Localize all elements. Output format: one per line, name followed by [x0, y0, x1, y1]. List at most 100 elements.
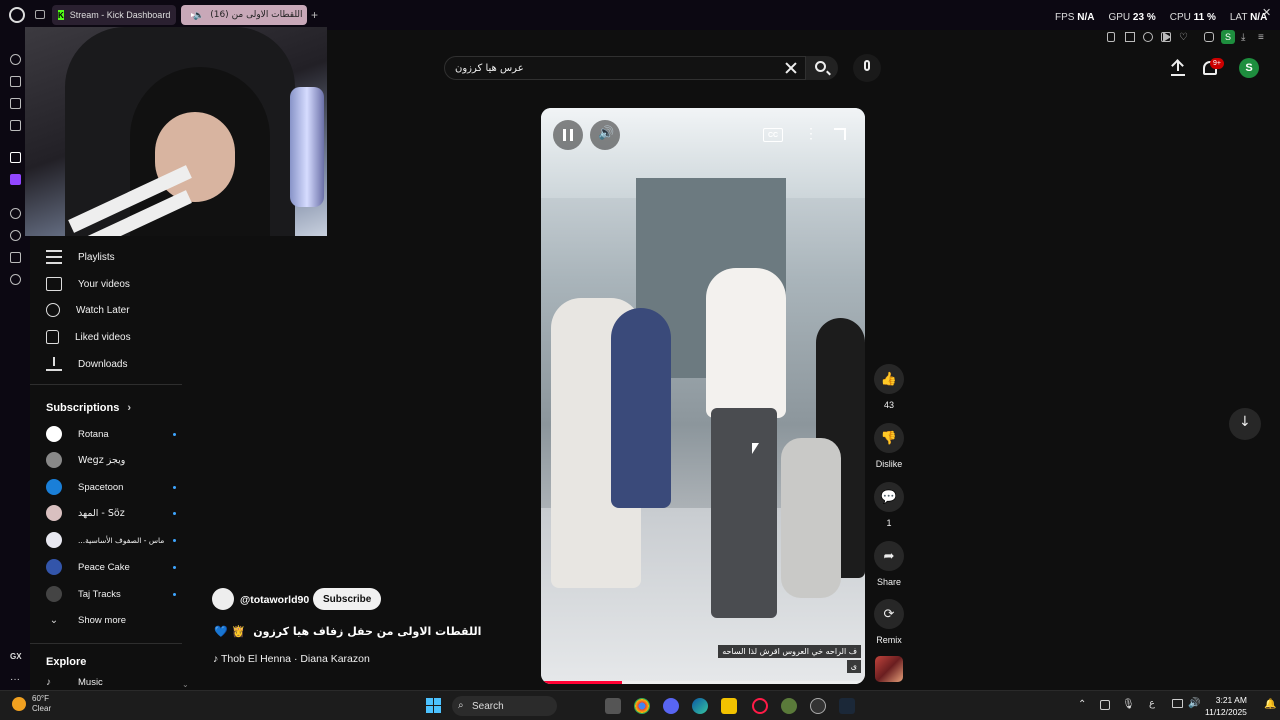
dislike-button[interactable]: 👎 Dislike	[868, 423, 910, 469]
share-button[interactable]: ➦ Share	[873, 541, 905, 587]
discord-icon[interactable]	[663, 698, 679, 714]
remix-button[interactable]: ⟳ Remix	[873, 599, 905, 645]
steam-icon[interactable]	[839, 698, 855, 714]
subscription-item[interactable]: Wegz ويجز	[46, 447, 176, 473]
taskbar-search[interactable]: ⌕ Search	[452, 696, 557, 716]
music-credit[interactable]: ♪ Thob El Henna · Diana Karazon	[213, 653, 370, 665]
chrome-icon[interactable]	[634, 698, 650, 714]
clock[interactable]: 3:21 AM 11/12/2025	[1205, 694, 1247, 718]
player-icon[interactable]	[10, 208, 21, 219]
tab-youtube-video[interactable]: 🔈 (16) اللقطات الاولى من	[181, 5, 307, 25]
gx-hardware-hud: FPS N/A GPU 23 % CPU 11 % LAT N/A	[1055, 12, 1267, 23]
captions-button[interactable]: CC	[763, 128, 783, 142]
fps-value: N/A	[1077, 12, 1095, 23]
voice-search-button[interactable]	[853, 54, 881, 82]
channel-handle[interactable]: @totaworld90	[240, 594, 309, 606]
sound-thumbnail[interactable]	[875, 656, 903, 682]
sidebar-item-your-videos[interactable]: Your videos	[46, 271, 186, 297]
pause-button[interactable]	[553, 120, 583, 150]
tab-kick-dashboard[interactable]: K Stream - Kick Dashboard	[52, 5, 176, 25]
input-language[interactable]: ع	[1149, 698, 1155, 709]
more-options-icon[interactable]: ⋮	[804, 126, 818, 140]
extensions-icon[interactable]	[10, 252, 21, 263]
bookmark-icon[interactable]	[1107, 32, 1115, 42]
subscriptions-heading[interactable]: Subscriptions ›	[46, 402, 131, 414]
edge-icon[interactable]	[692, 698, 708, 714]
subscription-item[interactable]: ...ماس - الصفوف الأساسية	[46, 527, 176, 553]
menu-icon[interactable]: ≡	[1258, 32, 1264, 43]
microphone-icon[interactable]: 🎙	[1122, 699, 1135, 710]
new-content-dot	[173, 485, 176, 489]
comment-count: 1	[886, 518, 892, 528]
history-icon[interactable]	[10, 54, 21, 65]
twitch-icon[interactable]	[10, 174, 21, 185]
messenger-icon[interactable]	[10, 120, 21, 131]
search-input[interactable]	[455, 61, 755, 75]
more-icon[interactable]: ···	[10, 674, 20, 685]
subscription-item[interactable]: Peace Cake	[46, 554, 176, 580]
explore-heading: Explore	[46, 656, 87, 668]
ai-icon[interactable]	[10, 152, 21, 163]
video-progress-fill	[541, 681, 622, 684]
notification-center-icon[interactable]: 🔔	[1264, 699, 1276, 710]
share-label: Share	[876, 577, 902, 587]
subscription-item[interactable]: Taj Tracks	[46, 581, 176, 607]
next-video-button[interactable]: ↓	[1229, 408, 1261, 440]
volume-icon[interactable]: 🔊	[1188, 698, 1200, 709]
profile-icon[interactable]: S	[1221, 30, 1235, 44]
extensions-icon[interactable]	[1204, 32, 1214, 42]
new-tab-plus-icon[interactable]: +	[311, 8, 318, 22]
tray-app-icon[interactable]	[1100, 700, 1110, 710]
obs-icon[interactable]	[810, 698, 826, 714]
task-view-icon[interactable]	[605, 698, 621, 714]
scroll-down-icon[interactable]: ⌄	[182, 680, 189, 689]
vpn-icon[interactable]	[1143, 32, 1153, 42]
sidebar-item-downloads[interactable]: Downloads	[46, 351, 186, 377]
window-close-icon[interactable]: ✕	[1262, 6, 1271, 19]
sidebar-item-watch-later[interactable]: Watch Later	[46, 297, 186, 323]
snapshot-icon[interactable]	[1125, 32, 1135, 42]
workspace-icon[interactable]	[35, 10, 45, 19]
volume-button[interactable]: 🔊	[590, 120, 620, 150]
fullscreen-icon[interactable]	[834, 128, 846, 140]
show-more-button[interactable]: ⌄ Show more	[46, 607, 176, 633]
weather-widget[interactable]: 60°F Clear	[12, 694, 51, 714]
subscribe-button[interactable]: Subscribe	[313, 588, 382, 610]
settings-gear-icon[interactable]	[10, 274, 21, 285]
sidebar-divider	[30, 643, 182, 644]
start-button[interactable]	[426, 698, 441, 713]
gx-label[interactable]: GX	[10, 652, 22, 661]
sidebar-item-playlists[interactable]: Playlists	[46, 244, 186, 270]
video-title[interactable]: 💙 👸 اللقطات الاولى من حفل زفاف هيا كرزون	[214, 625, 481, 638]
like-button[interactable]: 👍 43	[873, 364, 905, 410]
gx-cleaner-icon[interactable]	[10, 98, 21, 109]
file-explorer-icon[interactable]	[721, 698, 737, 714]
create-upload-icon[interactable]	[1171, 60, 1185, 76]
sidebar-divider	[30, 384, 182, 385]
network-icon[interactable]	[1172, 699, 1183, 708]
search-button[interactable]	[806, 56, 838, 80]
channel-avatar[interactable]	[212, 588, 234, 610]
clock-icon	[46, 303, 60, 317]
tray-chevron-up-icon[interactable]: ⌃	[1078, 699, 1086, 710]
app-icon[interactable]	[781, 698, 797, 714]
account-avatar[interactable]: S	[1239, 58, 1259, 78]
gx-control-icon[interactable]	[10, 76, 21, 87]
heart-icon[interactable]: ♡	[1179, 32, 1188, 43]
video-progress-track[interactable]	[541, 681, 865, 684]
search-icon	[815, 61, 826, 72]
sidebar-item-music[interactable]: ♪ Music	[46, 675, 176, 689]
caption-line: ى	[846, 660, 861, 673]
download-icon[interactable]: ⤓	[1241, 32, 1245, 43]
subscription-item[interactable]: Spacetoon	[46, 474, 176, 500]
shorts-video-player[interactable]: 🔊 CC ⋮ ف الراحه خي العروس اقرش لذا الساح…	[541, 108, 865, 684]
subscription-item[interactable]: المهد - Söz	[46, 500, 176, 526]
clear-search-icon[interactable]	[784, 61, 798, 75]
subscription-item[interactable]: Rotana	[46, 421, 176, 447]
opera-gx-icon[interactable]	[752, 698, 768, 714]
clock-icon[interactable]	[10, 230, 21, 241]
opera-gx-menu-icon[interactable]	[9, 7, 25, 23]
sidebar-item-liked-videos[interactable]: Liked videos	[46, 324, 186, 350]
comments-button[interactable]: 💬 1	[873, 482, 905, 528]
play-icon[interactable]	[1163, 32, 1171, 42]
